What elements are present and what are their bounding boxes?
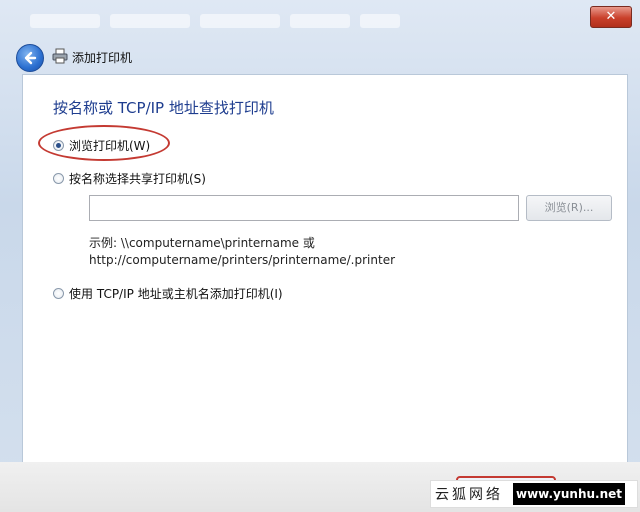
close-icon: ✕ xyxy=(605,9,617,24)
option-label: 按名称选择共享打印机(S) xyxy=(69,172,206,186)
blurred-tab xyxy=(360,14,400,28)
shared-printer-input[interactable] xyxy=(89,195,519,221)
watermark-url: www.yunhu.net xyxy=(513,483,626,505)
blurred-tab xyxy=(200,14,280,28)
blurred-tab xyxy=(290,14,350,28)
page-title: 按名称或 TCP/IP 地址查找打印机 xyxy=(53,99,274,117)
blurred-tab xyxy=(110,14,190,28)
option-tcpip-printer[interactable]: 使用 TCP/IP 地址或主机名添加打印机(I) xyxy=(53,285,283,302)
example-line-2: http://computername/printers/printername… xyxy=(89,253,396,267)
radio-button[interactable] xyxy=(53,173,64,184)
option-label: 使用 TCP/IP 地址或主机名添加打印机(I) xyxy=(69,287,283,301)
blurred-tab xyxy=(30,14,100,28)
watermark: 云狐网络 www.yunhu.net xyxy=(430,480,638,508)
radio-button[interactable] xyxy=(53,140,64,151)
example-line-1: 示例: \\computername\printername 或 xyxy=(89,236,315,250)
close-button[interactable]: ✕ xyxy=(590,6,632,28)
window-title: 添加打印机 xyxy=(72,51,133,65)
back-arrow-icon xyxy=(24,51,37,65)
wizard-content: 按名称或 TCP/IP 地址查找打印机 浏览打印机(W) 按名称选择共享打印机(… xyxy=(22,74,628,464)
window-frame: ✕ 添加打印机 按名称或 TCP/IP 地址查找打印机 浏览打印机(W) 按名称… xyxy=(0,0,640,512)
watermark-cn: 云狐网络 xyxy=(435,487,503,503)
example-text: 示例: \\computername\printername 或 http://… xyxy=(89,235,395,269)
navigation-bar: 添加打印机 xyxy=(8,40,632,74)
back-button[interactable] xyxy=(16,44,44,72)
option-label: 浏览打印机(W) xyxy=(69,139,151,153)
radio-button[interactable] xyxy=(53,288,64,299)
option-shared-printer[interactable]: 按名称选择共享打印机(S) xyxy=(53,170,206,187)
option-browse-printer[interactable]: 浏览打印机(W) xyxy=(53,137,150,154)
printer-icon xyxy=(52,48,68,64)
browse-button[interactable]: 浏览(R)... xyxy=(526,195,612,221)
